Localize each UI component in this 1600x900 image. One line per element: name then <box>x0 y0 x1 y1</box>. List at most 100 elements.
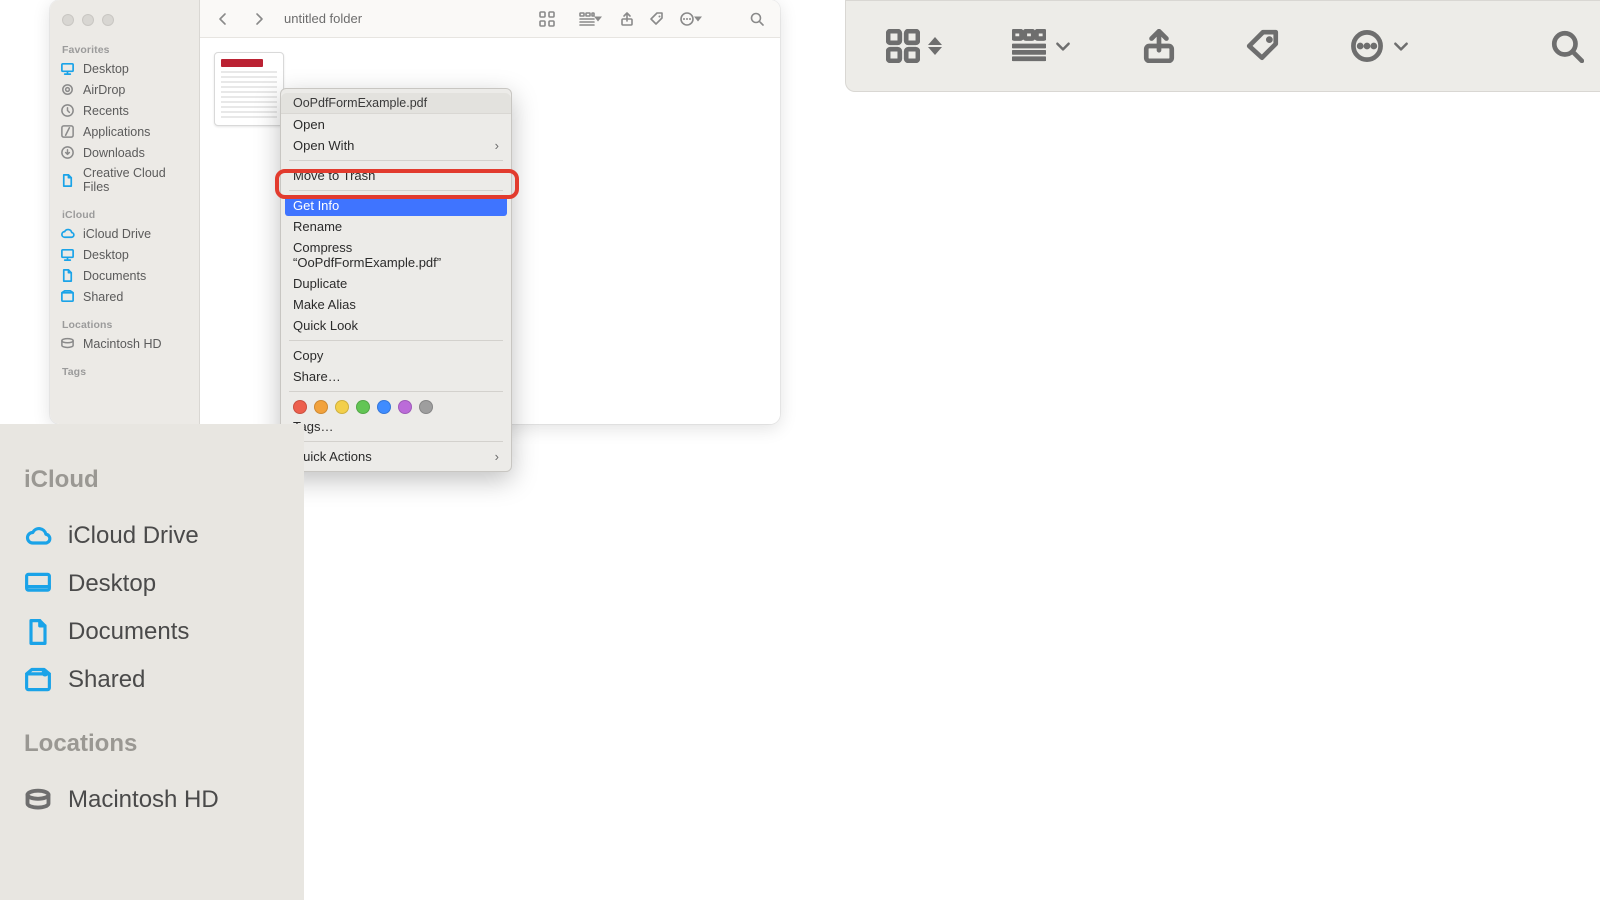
sidebar-item-applications[interactable]: Applications <box>50 121 199 142</box>
chevron-down-icon <box>1392 37 1410 55</box>
window-controls[interactable] <box>50 8 199 40</box>
sidebar-item-shared[interactable]: Shared <box>50 286 199 307</box>
ctx-duplicate[interactable]: Duplicate <box>281 273 511 294</box>
forward-button[interactable] <box>246 7 272 31</box>
tag-purple[interactable] <box>398 400 412 414</box>
sidebar-item-desktop[interactable]: Desktop <box>24 560 280 608</box>
list-icon <box>579 11 595 27</box>
ctx-share[interactable]: Share… <box>281 366 511 387</box>
cloud-icon <box>60 226 75 241</box>
more-icon <box>1350 29 1384 63</box>
minimize-dot[interactable] <box>82 14 94 26</box>
sidebar-section-icloud: iCloud <box>24 466 280 494</box>
sidebar-item-downloads[interactable]: Downloads <box>50 142 199 163</box>
grid-icon <box>539 11 555 27</box>
sidebar-section-icloud: iCloud <box>50 205 199 223</box>
chevron-right-icon: › <box>495 138 499 153</box>
desktop-icon <box>24 570 52 598</box>
context-header: OoPdfFormExample.pdf <box>281 93 511 114</box>
separator <box>289 340 503 341</box>
sidebar-section-favorites: Favorites <box>50 40 199 58</box>
more-button[interactable] <box>1350 29 1410 63</box>
ctx-get-info[interactable]: Get Info <box>285 195 507 216</box>
sidebar-item-macintoshhd[interactable]: Macintosh HD <box>24 776 280 824</box>
search-button[interactable] <box>1550 29 1584 63</box>
tag-gray[interactable] <box>419 400 433 414</box>
window-title: untitled folder <box>284 11 362 26</box>
more-button[interactable] <box>674 7 700 31</box>
sidebar-item-macintoshhd[interactable]: Macintosh HD <box>50 333 199 354</box>
toolbar-zoom <box>845 0 1600 92</box>
pdf-thumbnail-icon <box>214 52 284 126</box>
disk-icon <box>60 336 75 351</box>
desktop-icon <box>60 61 75 76</box>
sidebar-item-iclouddrive[interactable]: iCloud Drive <box>50 223 199 244</box>
sidebar-item-desktop-icloud[interactable]: Desktop <box>50 244 199 265</box>
tag-green[interactable] <box>356 400 370 414</box>
share-button[interactable] <box>1142 29 1176 63</box>
file-item[interactable] <box>214 52 288 126</box>
context-menu: OoPdfFormExample.pdf Open Open With› Mov… <box>280 88 512 472</box>
sidebar-item-iclouddrive[interactable]: iCloud Drive <box>24 512 280 560</box>
search-icon <box>749 11 765 27</box>
close-dot[interactable] <box>62 14 74 26</box>
ctx-tag-colors[interactable] <box>281 396 511 416</box>
ctx-make-alias[interactable]: Make Alias <box>281 294 511 315</box>
ctx-copy[interactable]: Copy <box>281 345 511 366</box>
ctx-quick-actions[interactable]: Quick Actions› <box>281 446 511 467</box>
file-icon <box>60 173 75 188</box>
chevron-down-icon <box>1054 37 1072 55</box>
download-icon <box>60 145 75 160</box>
file-icon <box>24 618 52 646</box>
separator <box>289 190 503 191</box>
tags-button[interactable] <box>644 7 670 31</box>
zoom-dot[interactable] <box>102 14 114 26</box>
ctx-move-to-trash[interactable]: Move to Trash <box>281 165 511 186</box>
sidebar-section-tags: Tags <box>50 362 199 380</box>
sidebar-zoom: iCloud iCloud Drive Desktop Documents Sh… <box>0 424 304 900</box>
file-icon <box>60 268 75 283</box>
separator <box>289 391 503 392</box>
chevron-right-icon: › <box>495 449 499 464</box>
sidebar-item-shared[interactable]: Shared <box>24 656 280 704</box>
more-icon <box>679 11 695 27</box>
tag-yellow[interactable] <box>335 400 349 414</box>
tag-icon <box>649 11 665 27</box>
desktop-icon <box>60 247 75 262</box>
ctx-compress[interactable]: Compress “OoPdfFormExample.pdf” <box>281 237 511 273</box>
airdrop-icon <box>60 82 75 97</box>
chevron-right-icon <box>251 11 267 27</box>
updown-icon <box>928 37 942 55</box>
view-grid-button[interactable] <box>886 29 942 63</box>
tags-button[interactable] <box>1246 29 1280 63</box>
shared-icon <box>60 289 75 304</box>
sidebar-item-documents[interactable]: Documents <box>50 265 199 286</box>
ctx-quick-look[interactable]: Quick Look <box>281 315 511 336</box>
share-button[interactable] <box>614 7 640 31</box>
group-button[interactable] <box>574 7 600 31</box>
share-icon <box>1142 29 1176 63</box>
ctx-open-with[interactable]: Open With› <box>281 135 511 156</box>
separator <box>289 441 503 442</box>
search-button[interactable] <box>744 7 770 31</box>
app-icon <box>60 124 75 139</box>
tag-red[interactable] <box>293 400 307 414</box>
share-icon <box>619 11 635 27</box>
sidebar-item-desktop[interactable]: Desktop <box>50 58 199 79</box>
ctx-tags[interactable]: Tags… <box>281 416 511 437</box>
ctx-open[interactable]: Open <box>281 114 511 135</box>
clock-icon <box>60 103 75 118</box>
tag-blue[interactable] <box>377 400 391 414</box>
sidebar-item-ccfiles[interactable]: Creative Cloud Files <box>50 163 199 197</box>
group-button[interactable] <box>1012 29 1072 63</box>
cloud-icon <box>24 522 52 550</box>
ctx-rename[interactable]: Rename <box>281 216 511 237</box>
chevron-left-icon <box>215 11 231 27</box>
sidebar-item-recents[interactable]: Recents <box>50 100 199 121</box>
view-grid-button[interactable] <box>534 7 560 31</box>
tag-orange[interactable] <box>314 400 328 414</box>
back-button[interactable] <box>210 7 236 31</box>
sidebar-item-documents[interactable]: Documents <box>24 608 280 656</box>
sidebar-item-airdrop[interactable]: AirDrop <box>50 79 199 100</box>
toolbar: untitled folder <box>200 0 780 38</box>
